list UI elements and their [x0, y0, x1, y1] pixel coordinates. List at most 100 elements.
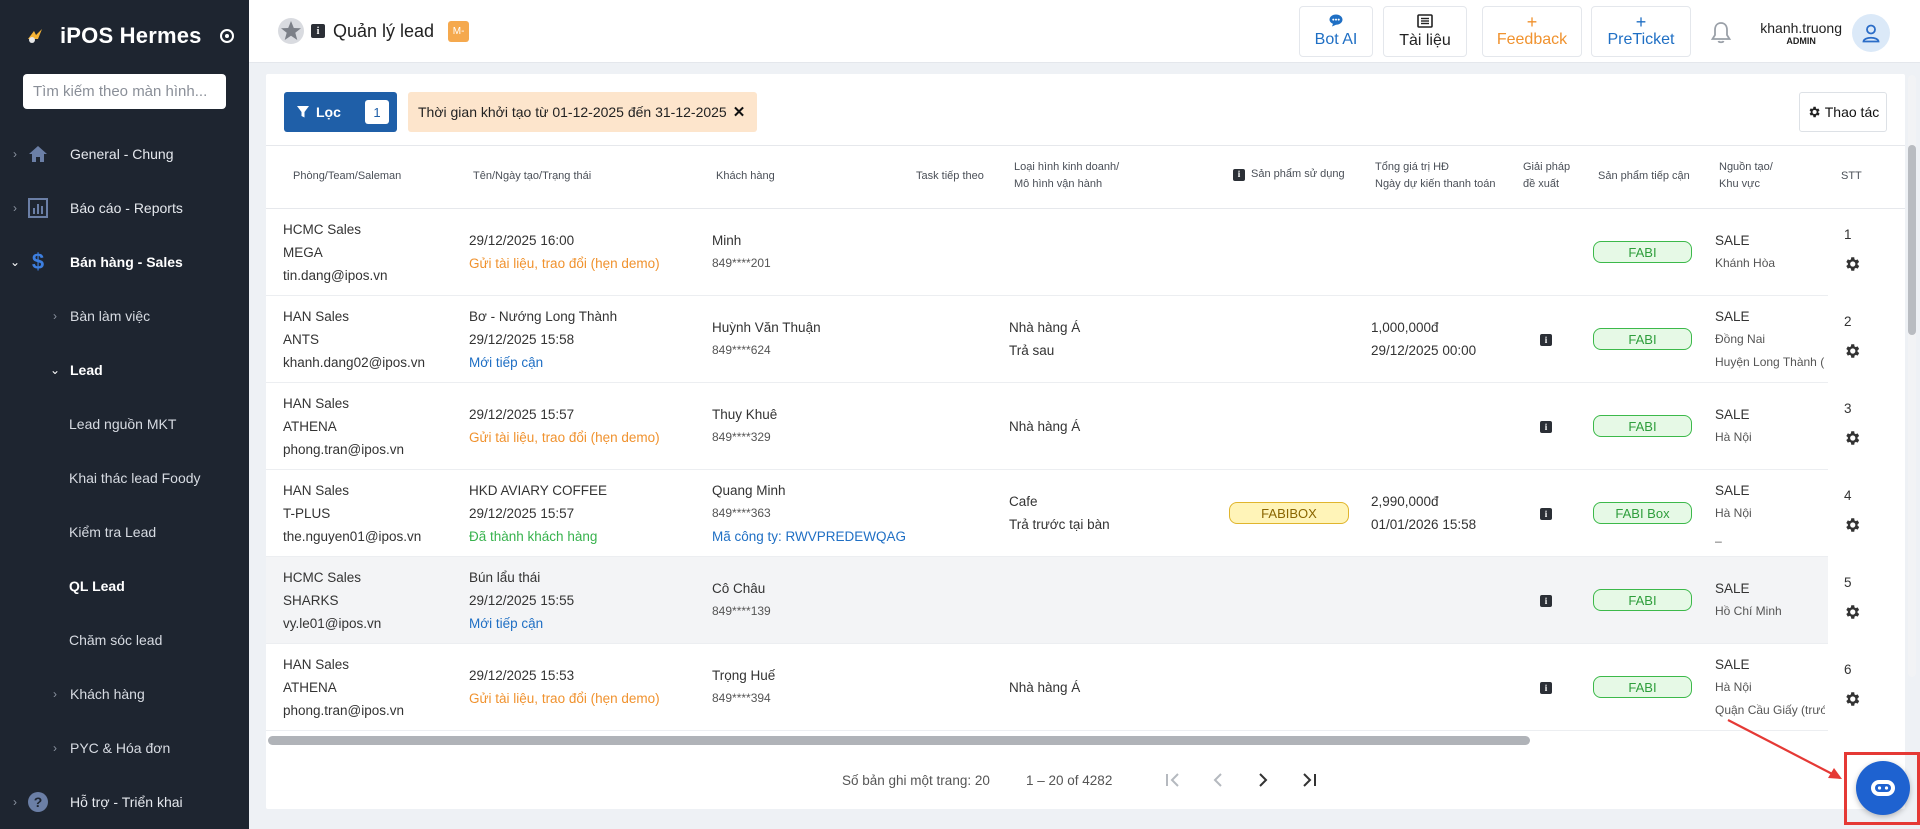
sidebar-item-ql-lead[interactable]: QL Lead — [0, 559, 249, 613]
documents-button[interactable]: Tài liệu — [1383, 6, 1467, 57]
sidebar-item-customers[interactable]: › Khách hàng — [0, 667, 249, 721]
vertical-scroll-thumb[interactable] — [1908, 145, 1916, 335]
gear-icon[interactable] — [1843, 429, 1861, 447]
sidebar-item-lead-care[interactable]: Chăm sóc lead — [0, 613, 249, 667]
next-page-icon[interactable] — [1251, 768, 1275, 792]
page-size-label[interactable]: Số bản ghi một trang: 20 — [842, 773, 990, 788]
star-icon[interactable] — [277, 17, 305, 45]
table-row[interactable]: HAN Sales ATHENA phong.tran@ipos.vn 29/12/2… — [266, 383, 1860, 470]
header-stt: STT — [1841, 170, 1862, 182]
source: SALE — [1715, 483, 1750, 498]
row-number: 2 — [1844, 314, 1852, 329]
customer-phone: 849****363 — [712, 506, 771, 520]
lead-name[interactable]: HKD AVIARY COFFEE — [469, 479, 607, 502]
lead-name[interactable]: Bún lẩu thái — [469, 566, 574, 589]
chat-bot-button[interactable] — [1856, 761, 1910, 815]
business-cell: Nhà hàng Á — [1009, 676, 1080, 699]
lead-name[interactable]: Bơ - Nướng Long Thành — [469, 305, 617, 328]
preticket-button[interactable]: + PreTicket — [1591, 6, 1691, 57]
table-row[interactable]: HCMC Sales MEGA tin.dang@ipos.vn 29/12/2025… — [266, 209, 1860, 296]
row-number: 4 — [1844, 488, 1852, 503]
prev-page-icon[interactable] — [1206, 768, 1230, 792]
user-menu[interactable]: khanh.truong ADMIN — [1708, 14, 1890, 52]
sidebar-item-label: Lead — [70, 362, 103, 378]
source-cell: SALE Hồ Chí Minh — [1715, 577, 1825, 623]
sidebar-search-input[interactable] — [23, 74, 226, 109]
lead-name-cell: 29/12/2025 15:53 Gửi tài liệu, trao đổi (… — [469, 664, 660, 710]
table-row[interactable]: HAN Sales ATHENA phong.tran@ipos.vn 29/12/2… — [266, 644, 1860, 731]
sidebar: iPOS Hermes › General - Chung › Báo cáo … — [0, 0, 249, 829]
info-icon[interactable]: i — [1540, 334, 1552, 346]
bot-ai-button[interactable]: Bot AI — [1299, 6, 1373, 57]
first-page-icon[interactable] — [1162, 768, 1186, 792]
saleman-email: vy.le01@ipos.vn — [283, 616, 382, 631]
brand[interactable]: iPOS Hermes — [0, 0, 249, 72]
table-row[interactable]: HAN Sales ANTS khanh.dang02@ipos.vn Bơ - Nư… — [266, 296, 1860, 383]
sidebar-item-label: Kiểm tra Lead — [69, 524, 157, 540]
customer-phone: 849****201 — [712, 256, 771, 270]
table-row[interactable]: HAN Sales T-PLUS the.nguyen01@ipos.vn HKD A… — [266, 470, 1860, 557]
filter-button[interactable]: Lọc 1 — [284, 92, 397, 132]
sidebar-item-sales[interactable]: ⌄ $ Bán hàng - Sales — [0, 235, 249, 289]
gear-icon[interactable] — [1843, 690, 1861, 708]
sidebar-item-pyc-invoice[interactable]: › PYC & Hóa đơn — [0, 721, 249, 775]
customer-cell: Thuy Khuê 849****329 — [712, 403, 777, 449]
chevron-right-icon: › — [13, 201, 17, 215]
feedback-button[interactable]: + Feedback — [1482, 6, 1582, 57]
sidebar-item-reports[interactable]: › Báo cáo - Reports — [0, 181, 249, 235]
bell-icon[interactable] — [1708, 20, 1734, 46]
customer-cell: Quang Minh 849****363 Mã công ty: RWVPREDE… — [712, 479, 906, 548]
customer-name[interactable]: Trọng Huế — [712, 664, 775, 687]
actions-button[interactable]: Thao tác — [1799, 92, 1887, 132]
avatar[interactable] — [1852, 14, 1890, 52]
row-number: 6 — [1844, 662, 1852, 677]
info-icon[interactable]: i — [311, 24, 325, 38]
customer-name[interactable]: Minh — [712, 229, 771, 252]
last-page-icon[interactable] — [1296, 768, 1320, 792]
gear-icon[interactable] — [1843, 255, 1861, 273]
source: SALE — [1715, 657, 1750, 672]
source: SALE — [1715, 581, 1750, 596]
company-code[interactable]: Mã công ty: RWVPREDEWQAG — [712, 525, 906, 548]
customer-name[interactable]: Quang Minh — [712, 479, 906, 502]
info-icon[interactable]: i — [1233, 168, 1245, 181]
info-icon[interactable]: i — [1540, 421, 1552, 433]
approach-product-tag: FABI — [1593, 328, 1692, 350]
gear-icon[interactable] — [1843, 603, 1861, 621]
sidebar-item-general[interactable]: › General - Chung — [0, 127, 249, 181]
actions-label: Thao tác — [1824, 104, 1880, 120]
approach-product-tag: FABI Box — [1593, 502, 1692, 524]
customer-name[interactable]: Cô Châu — [712, 577, 771, 600]
lead-status: Gửi tài liệu, trao đổi (hẹn demo) — [469, 691, 660, 706]
subteam-name: SHARKS — [283, 593, 339, 608]
chevron-right-icon: › — [53, 309, 57, 323]
business-type: Nhà hàng Á — [1009, 680, 1081, 695]
created-date: 29/12/2025 15:53 — [469, 668, 575, 683]
info-icon[interactable]: i — [1540, 508, 1552, 520]
sidebar-item-check-lead[interactable]: Kiểm tra Lead — [0, 505, 249, 559]
gear-icon[interactable] — [1843, 342, 1861, 360]
horizontal-scrollbar[interactable] — [268, 736, 1903, 746]
customer-name[interactable]: Thuy Khuê — [712, 403, 777, 426]
radio-icon[interactable] — [219, 29, 234, 43]
sidebar-item-lead[interactable]: ⌄ Lead — [0, 343, 249, 397]
vertical-scrollbar[interactable] — [1908, 75, 1916, 677]
customer-name[interactable]: Huỳnh Văn Thuận — [712, 316, 821, 339]
gear-icon[interactable] — [1843, 516, 1861, 534]
sidebar-item-lead-mkt[interactable]: Lead nguồn MKT — [0, 397, 249, 451]
sidebar-item-support[interactable]: › ? Hỗ trợ - Triển khai — [0, 775, 249, 829]
region: Hà Nội — [1715, 680, 1752, 694]
subteam-name: ANTS — [283, 332, 320, 347]
close-icon[interactable]: ✕ — [733, 103, 746, 121]
info-icon[interactable]: i — [1540, 682, 1552, 694]
horizontal-scroll-thumb[interactable] — [268, 736, 1530, 745]
header-solution-line2: đề xuất — [1523, 178, 1560, 190]
sidebar-item-label: Bàn làm việc — [70, 308, 151, 324]
approach-product-tag: FABI — [1593, 676, 1692, 698]
info-icon[interactable]: i — [1540, 595, 1552, 607]
region: Khánh Hòa — [1715, 256, 1776, 270]
table-row[interactable]: HCMC Sales SHARKS vy.le01@ipos.vn Bún lẩu t… — [266, 557, 1860, 644]
sidebar-item-lead-foody[interactable]: Khai thác lead Foody — [0, 451, 249, 505]
customer-phone: 849****624 — [712, 343, 771, 357]
sidebar-item-workspace[interactable]: › Bàn làm việc — [0, 289, 249, 343]
